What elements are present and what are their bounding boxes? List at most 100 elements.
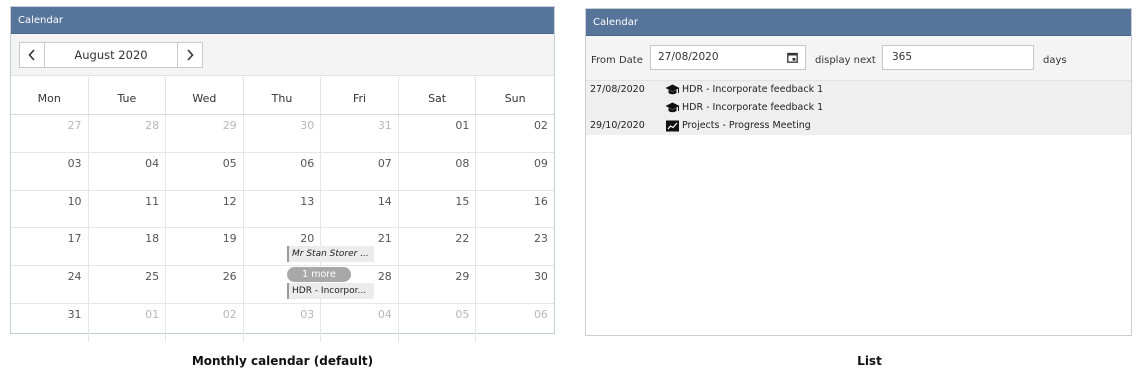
panel-header-title: Calendar: [586, 9, 1131, 36]
day-number: 20: [300, 232, 315, 246]
day-cell[interactable]: 09: [476, 153, 554, 190]
day-cell[interactable]: 02: [166, 303, 244, 342]
weekday-header: Mon: [11, 77, 89, 114]
day-cell[interactable]: 10: [11, 190, 89, 228]
from-date-label: From Date: [591, 55, 643, 66]
day-cell[interactable]: 23: [476, 228, 554, 265]
chevron-right-icon: [187, 49, 194, 61]
list-item[interactable]: 27/08/2020 HDR - Incorporate feedback 1: [586, 81, 1131, 99]
previous-month-button[interactable]: [20, 43, 45, 67]
day-number: 01: [145, 307, 160, 321]
day-number: 03: [67, 156, 82, 170]
day-cell[interactable]: 02: [476, 115, 554, 152]
day-cell[interactable]: 24: [11, 266, 89, 303]
day-cell[interactable]: 04: [89, 152, 167, 190]
day-number: 28: [377, 270, 392, 284]
calendar-toolbar: August 2020: [11, 34, 554, 76]
day-cell[interactable]: 03: [11, 152, 89, 190]
day-number: 28: [145, 119, 160, 132]
day-cell[interactable]: 03: [244, 303, 322, 342]
list-item-date: 27/08/2020: [590, 84, 645, 95]
day-number: 10: [67, 194, 82, 208]
week-row: 17 18 19 20 21 22 23: [11, 228, 554, 267]
day-cell[interactable]: 14: [321, 190, 399, 228]
day-cell[interactable]: 01: [399, 115, 477, 152]
day-cell[interactable]: 30: [244, 115, 322, 152]
chart-icon: [666, 120, 679, 132]
day-cell[interactable]: 25: [89, 266, 167, 303]
day-cell[interactable]: 16: [476, 191, 554, 228]
day-cell[interactable]: 12: [166, 190, 244, 228]
day-cell[interactable]: 07: [321, 152, 399, 190]
day-cell[interactable]: 22: [399, 228, 477, 266]
list-calendar-panel: Calendar From Date 27/08/2020 display ne…: [585, 8, 1132, 336]
caption-monthly: Monthly calendar (default): [191, 354, 374, 368]
day-cell[interactable]: 27: [11, 115, 89, 152]
monthly-calendar-panel: Calendar August 2020 Mon Tue Wed Thu Fri…: [10, 6, 555, 342]
month-navigator: August 2020: [19, 42, 203, 68]
day-number: 30: [533, 270, 548, 284]
calendar-picker-icon[interactable]: [787, 52, 798, 63]
week-row: 27 28 29 30 31 01 02: [11, 115, 554, 153]
calendar-event[interactable]: Mr Stan Storer ...: [287, 246, 374, 262]
weeks-container: 27 28 29 30 31 01 02 03 04 05 06 07 08 09 10 11 12 13 14 15…: [11, 115, 554, 342]
from-date-value: 27/08/2020: [658, 51, 719, 63]
day-cell[interactable]: 31: [321, 115, 399, 152]
day-cell[interactable]: 11: [89, 190, 167, 228]
day-cell[interactable]: 17: [11, 228, 89, 266]
day-number: 06: [300, 156, 315, 170]
day-number: 31: [377, 119, 392, 132]
day-cell[interactable]: 29: [399, 266, 477, 303]
day-cell[interactable]: 08: [399, 152, 477, 190]
from-date-field[interactable]: 27/08/2020: [650, 45, 806, 70]
day-cell[interactable]: 19: [166, 228, 244, 266]
list-item[interactable]: 29/10/2020 Projects - Progress Meeting: [586, 117, 1131, 135]
list-item[interactable]: HDR - Incorporate feedback 1: [586, 99, 1131, 117]
day-cell[interactable]: 05: [399, 303, 477, 342]
weekday-header: Tue: [89, 77, 167, 114]
day-cell[interactable]: 04: [321, 303, 399, 342]
current-month-label: August 2020: [74, 48, 148, 62]
day-number: 22: [455, 232, 470, 246]
more-events-button[interactable]: 1 more: [287, 267, 351, 282]
day-cell[interactable]: 13: [244, 190, 322, 228]
calendar-event[interactable]: HDR - Incorpor...: [287, 283, 374, 299]
week-row: 31 01 02 03 04 05 06: [11, 303, 554, 342]
day-number: 17: [67, 232, 82, 246]
day-number: 02: [533, 119, 548, 132]
day-cell[interactable]: 30: [476, 266, 554, 303]
day-cell[interactable]: 28: [89, 115, 167, 152]
day-number: 24: [67, 270, 82, 284]
weekday-header: Wed: [166, 77, 244, 114]
day-cell[interactable]: 29: [166, 115, 244, 152]
day-number: 12: [222, 194, 237, 208]
day-cell[interactable]: 01: [89, 303, 167, 342]
next-month-button[interactable]: [177, 43, 202, 67]
caption-list: List: [857, 354, 882, 368]
day-number: 14: [377, 194, 392, 208]
day-number: 21: [377, 232, 392, 246]
day-number: 29: [222, 119, 237, 132]
day-cell[interactable]: 18: [89, 228, 167, 266]
day-cell[interactable]: 31: [11, 303, 89, 342]
month-grid: Mon Tue Wed Thu Fri Sat Sun 27 28 29 30 31 01…: [11, 77, 554, 342]
day-number: 02: [222, 307, 237, 321]
day-number: 23: [533, 232, 548, 246]
list-item-date: 29/10/2020: [590, 120, 645, 131]
week-row: 10 11 12 13 14 15 16: [11, 190, 554, 229]
day-cell[interactable]: 06: [244, 152, 322, 190]
day-cell[interactable]: 26: [166, 266, 244, 303]
day-number: 05: [455, 307, 470, 321]
day-number: 30: [300, 119, 315, 132]
day-cell[interactable]: 05: [166, 152, 244, 190]
day-number: 27: [67, 119, 82, 132]
day-cell[interactable]: 06: [476, 304, 554, 342]
weekday-header: Thu: [244, 77, 322, 114]
day-number: 31: [67, 307, 82, 321]
week-row: 03 04 05 06 07 08 09: [11, 152, 554, 191]
day-number: 13: [300, 194, 315, 208]
list-item-title: Projects - Progress Meeting: [682, 120, 811, 131]
list-item-title: HDR - Incorporate feedback 1: [682, 84, 824, 95]
days-count-field[interactable]: 365: [882, 45, 1034, 70]
day-cell[interactable]: 15: [399, 190, 477, 228]
